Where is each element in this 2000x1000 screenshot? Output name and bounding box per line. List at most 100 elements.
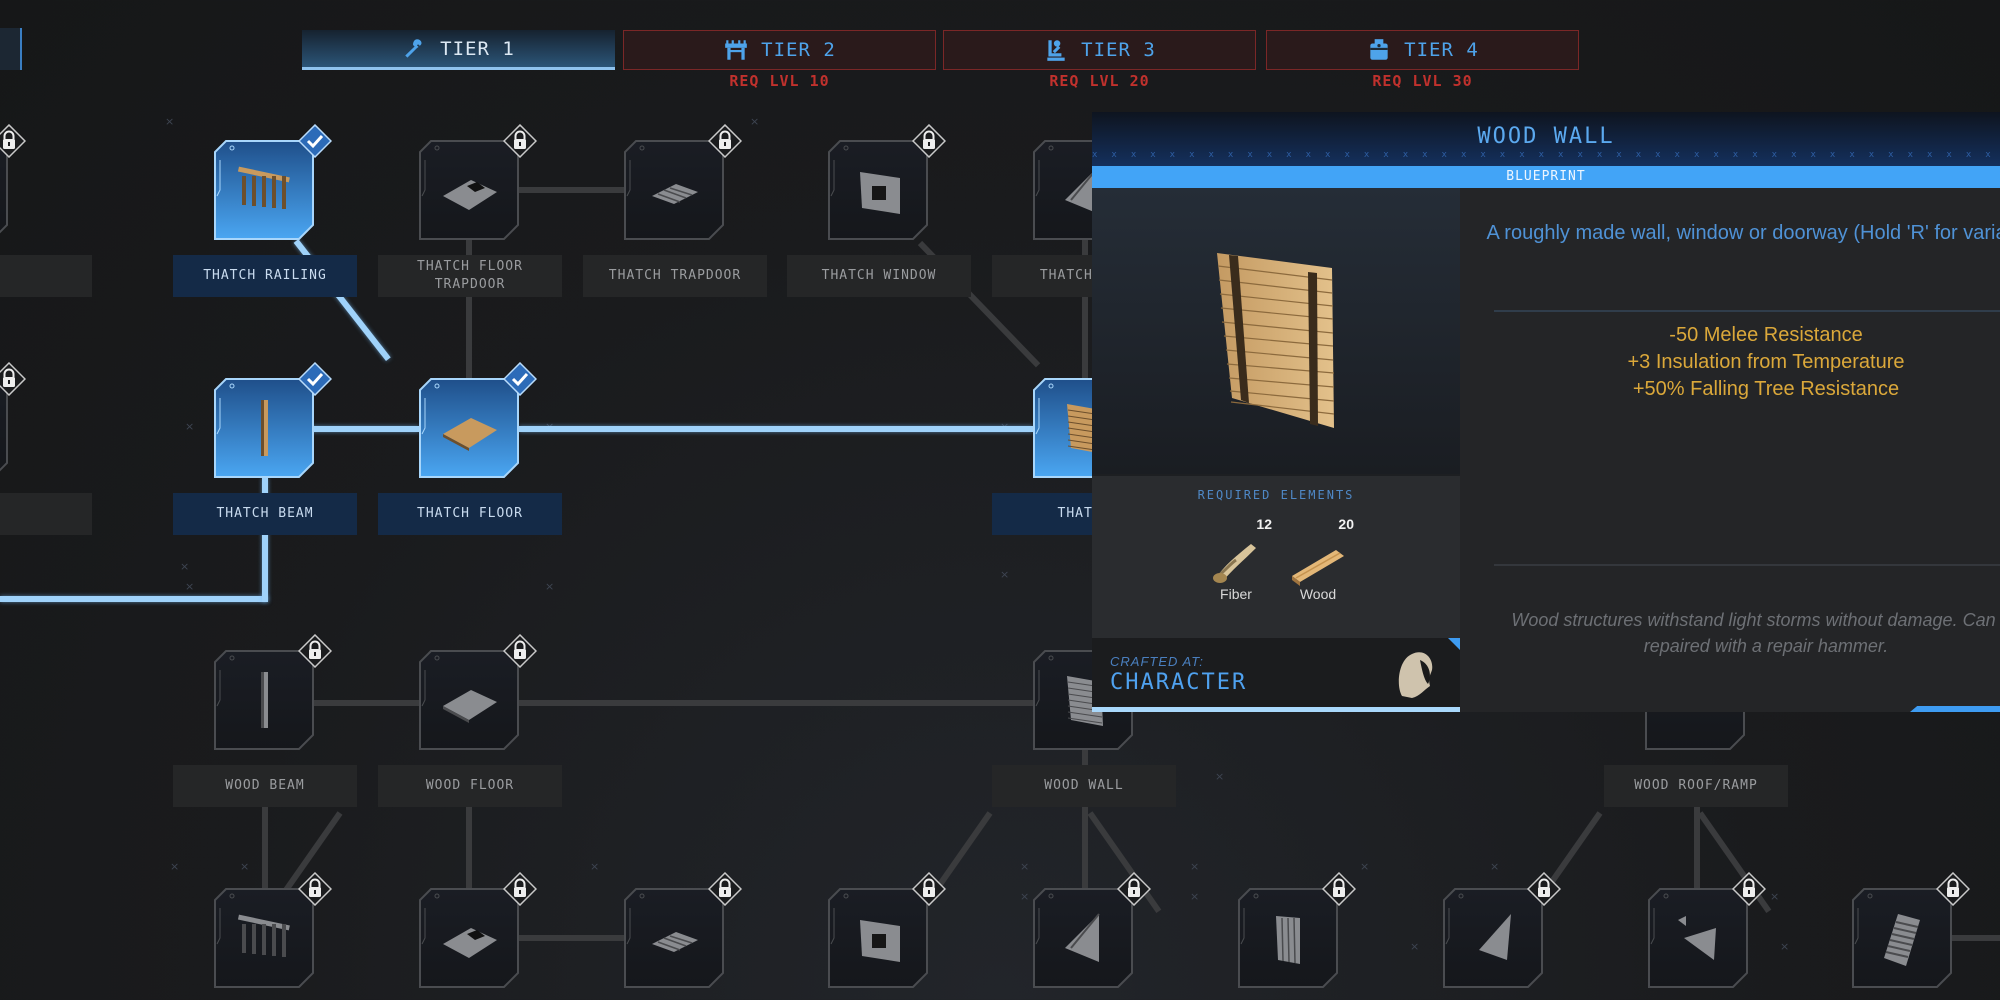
node-label[interactable]: THATCH TRAPDOOR xyxy=(583,255,767,297)
grid-cross-mark: × xyxy=(1780,940,1790,953)
node-label[interactable]: THATCH FLOOR TRAPDOOR xyxy=(378,255,562,297)
crafted-at-bar xyxy=(1092,707,1460,712)
grid-cross-mark: × xyxy=(185,420,195,433)
blueprint-node-wood-trapdoor[interactable] xyxy=(624,872,742,988)
lock-icon xyxy=(298,634,332,668)
table-icon xyxy=(725,40,748,60)
resource-fiber: 12 Fiber xyxy=(1196,516,1276,616)
tab-tier-2[interactable]: TIER 2 xyxy=(623,30,936,70)
blueprint-node-wood-railing[interactable] xyxy=(214,872,332,988)
grid-cross-mark: × xyxy=(1020,860,1030,873)
node-label[interactable]: THATCH FLOOR xyxy=(378,493,562,535)
corner-accent xyxy=(1448,638,1460,650)
locked-connector xyxy=(466,807,472,888)
lock-icon xyxy=(503,634,537,668)
thatch-window-icon xyxy=(860,172,900,214)
lock-icon xyxy=(298,872,332,906)
blueprint-node-wood-roof-variant[interactable] xyxy=(1648,872,1766,988)
blueprint-node-wood-wedge-a[interactable] xyxy=(1033,872,1151,988)
blueprint-node-thatch-window[interactable] xyxy=(828,124,946,240)
wood-door-icon xyxy=(1276,916,1300,964)
lock-icon xyxy=(503,872,537,906)
blueprint-tooltip: xxxxxxxxxxxxxxxxxxxxxxxxxxxxxxxxxxxxxxxx… xyxy=(1092,112,2000,712)
tooltip-description: A roughly made wall, window or doorway (… xyxy=(1486,222,2000,244)
lock-icon xyxy=(708,872,742,906)
node-label[interactable]: THATCH WINDOW xyxy=(787,255,971,297)
tooltip-header: xxxxxxxxxxxxxxxxxxxxxxxxxxxxxxxxxxxxxxxx… xyxy=(1092,112,2000,166)
lock-icon xyxy=(1527,872,1561,906)
required-elements-title: REQUIRED ELEMENTS xyxy=(1197,488,1355,502)
resource-name: Wood xyxy=(1299,586,1337,602)
node-label[interactable]: WOOD BEAM xyxy=(173,765,357,807)
tier-4-requirement: REQ LVL 30 xyxy=(1372,72,1473,90)
wood-window-icon xyxy=(860,920,900,962)
blueprint-node-thatch-floor[interactable] xyxy=(419,362,537,478)
tab-tier-4[interactable]: TIER 4 xyxy=(1266,30,1579,70)
crafted-at-value: CHARACTER xyxy=(1110,670,1248,695)
blueprint-node-wood-beam[interactable] xyxy=(214,634,332,750)
blueprint-node-thatch-floor-trapdoor[interactable] xyxy=(419,124,537,240)
grid-cross-mark: × xyxy=(165,115,175,128)
tab-tier-1[interactable]: TIER 1 xyxy=(302,30,615,70)
node-label[interactable]: WOOD FLOOR xyxy=(378,765,562,807)
locked-connector xyxy=(1950,935,2000,941)
thatch-trapdoor-icon xyxy=(652,184,698,204)
grid-cross-mark: × xyxy=(590,860,600,873)
tooltip-flavor-text: Wood structures withstand light storms w… xyxy=(1511,610,2000,656)
lock-icon xyxy=(708,124,742,158)
wood-roof-variant-icon xyxy=(1678,916,1716,960)
blueprint-node-wood-floor[interactable] xyxy=(419,634,537,750)
lock-icon xyxy=(1936,872,1970,906)
lock-icon xyxy=(1117,872,1151,906)
tier-scroll-left-button[interactable] xyxy=(0,28,22,70)
tab-tier-2-label: TIER 2 xyxy=(761,39,836,61)
thatch-railing-icon xyxy=(237,166,290,209)
blueprint-node-left-r1[interactable] xyxy=(0,124,26,240)
divider xyxy=(1494,310,2000,312)
locked-connector xyxy=(1082,807,1088,888)
wood-beam-icon xyxy=(261,672,268,728)
tooltip-stats: -50 Melee Resistance +3 Insulation from … xyxy=(1486,322,2000,403)
stat-line: +3 Insulation from Temperature xyxy=(1627,351,1905,373)
node-label[interactable]: WOOD ROOF/RAMP xyxy=(1604,765,1788,807)
wood-trapdoor-icon xyxy=(652,932,698,952)
tier-2-requirement: REQ LVL 10 xyxy=(729,72,830,90)
blueprint-node-wood-stairs[interactable] xyxy=(1852,872,1970,988)
lock-icon xyxy=(1732,872,1766,906)
furnace-icon xyxy=(1370,39,1388,60)
wood-wall-preview-icon xyxy=(1217,253,1335,428)
blueprint-node-thatch-beam[interactable] xyxy=(214,362,332,478)
blueprint-node-wood-wedge-b[interactable] xyxy=(1443,872,1561,988)
lock-icon xyxy=(912,872,946,906)
node-label[interactable]: THATCH RAILING xyxy=(173,255,357,297)
workbench-arm-icon xyxy=(1047,40,1065,61)
stat-line: +50% Falling Tree Resistance xyxy=(1632,378,1900,400)
crafted-at-label: CRAFTED AT: xyxy=(1110,654,1204,669)
grid-cross-mark: × xyxy=(1020,890,1030,903)
tooltip-left-column: REQUIRED ELEMENTS 12 Fiber 20 Wood CRAFT… xyxy=(1092,188,1460,712)
blueprint-node-left-r2[interactable] xyxy=(0,362,26,478)
wood-stairs-icon xyxy=(1884,914,1920,966)
tab-tier-3[interactable]: TIER 3 xyxy=(943,30,1256,70)
thatch-floor-icon xyxy=(443,418,497,451)
node-label[interactable]: WOOD WALL xyxy=(992,765,1176,807)
grid-cross-mark: × xyxy=(1490,860,1500,873)
blueprint-node-wood-window[interactable] xyxy=(828,872,946,988)
checkmark-icon xyxy=(298,362,332,396)
grid-cross-mark: × xyxy=(1770,890,1780,903)
node-label[interactable]: THATCH BEAM xyxy=(173,493,357,535)
blueprint-node-thatch-railing[interactable] xyxy=(214,124,332,240)
lock-icon xyxy=(912,124,946,158)
locked-connector xyxy=(262,807,268,888)
lock-icon xyxy=(503,124,537,158)
blueprint-node-wood-floor-trapdoor[interactable] xyxy=(419,872,537,988)
header-pattern: xxxxxxxxxxxxxxxxxxxxxxxxxxxxxxxxxxxxxxxx… xyxy=(1092,150,2000,160)
locked-connector xyxy=(519,187,624,193)
blueprint-node-wood-door[interactable] xyxy=(1238,872,1356,988)
checkmark-icon xyxy=(503,362,537,396)
tooltip-subtitle: BLUEPRINT xyxy=(1092,166,2000,188)
blueprint-node-thatch-trapdoor[interactable] xyxy=(624,124,742,240)
node-label[interactable] xyxy=(0,255,92,297)
stat-line: -50 Melee Resistance xyxy=(1669,324,1863,346)
node-label[interactable] xyxy=(0,493,92,535)
